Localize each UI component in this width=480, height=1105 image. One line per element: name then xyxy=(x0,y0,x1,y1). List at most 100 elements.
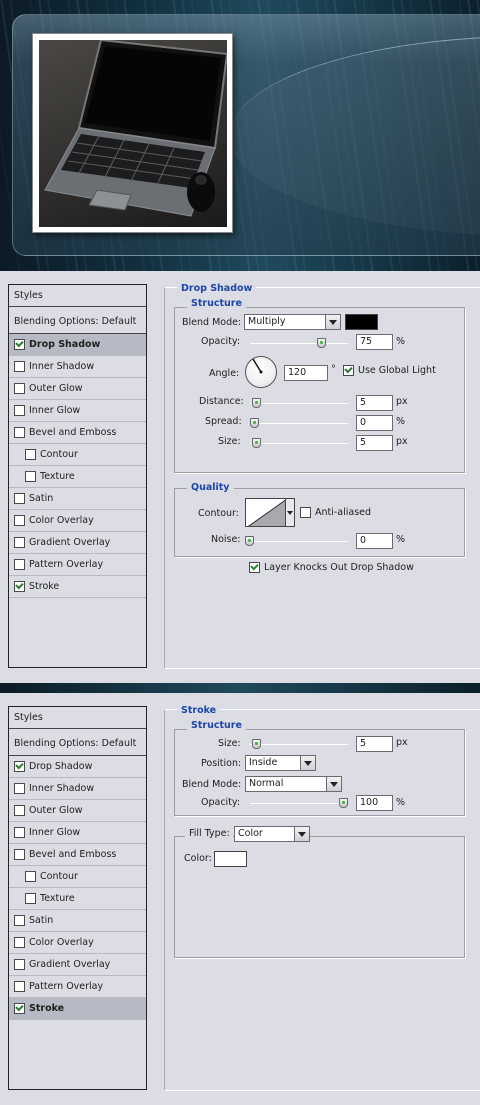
size-slider[interactable] xyxy=(250,739,348,749)
contour-picker[interactable] xyxy=(245,498,286,527)
blending-options-item[interactable]: Blending Options: Default xyxy=(9,732,146,756)
distance-input[interactable]: 5 xyxy=(356,395,393,411)
opacity-slider[interactable] xyxy=(250,798,348,808)
checkbox-icon[interactable] xyxy=(14,1003,25,1014)
checkbox-icon[interactable] xyxy=(14,783,25,794)
structure-title: Structure xyxy=(187,298,246,309)
opacity-slider-thumb[interactable] xyxy=(339,798,348,808)
checkbox-icon[interactable] xyxy=(14,339,25,350)
spread-label: Spread: xyxy=(205,416,242,427)
chevron-down-icon xyxy=(325,315,340,329)
style-item-label: Outer Glow xyxy=(29,805,83,816)
checkbox-icon[interactable] xyxy=(14,559,25,570)
position-select[interactable]: Inside xyxy=(245,755,316,771)
checkbox-icon[interactable] xyxy=(14,581,25,592)
angle-unit: ° xyxy=(331,364,336,375)
checkbox-icon[interactable] xyxy=(14,761,25,772)
style-item-color-overlay[interactable]: Color Overlay xyxy=(9,510,146,532)
checkbox-icon[interactable] xyxy=(25,471,36,482)
size-slider-thumb[interactable] xyxy=(251,739,261,749)
checkbox-icon[interactable] xyxy=(25,449,36,460)
style-item-contour[interactable]: Contour xyxy=(9,444,146,466)
opacity-label: Opacity: xyxy=(201,336,241,347)
contour-label: Contour: xyxy=(198,508,239,519)
size-slider[interactable] xyxy=(250,438,348,448)
style-item-inner-shadow[interactable]: Inner Shadow xyxy=(9,778,146,800)
style-item-label: Satin xyxy=(29,493,54,504)
style-item-inner-glow[interactable]: Inner Glow xyxy=(9,822,146,844)
checkbox-icon[interactable] xyxy=(25,893,36,904)
checkbox-icon[interactable] xyxy=(14,827,25,838)
size-input[interactable]: 5 xyxy=(356,435,393,451)
angle-dial[interactable] xyxy=(245,356,277,388)
style-item-inner-glow[interactable]: Inner Glow xyxy=(9,400,146,422)
style-item-satin[interactable]: Satin xyxy=(9,488,146,510)
style-item-inner-shadow[interactable]: Inner Shadow xyxy=(9,356,146,378)
checkbox-icon[interactable] xyxy=(14,915,25,926)
noise-slider[interactable] xyxy=(245,536,348,546)
style-item-gradient-overlay[interactable]: Gradient Overlay xyxy=(9,954,146,976)
style-item-label: Drop Shadow xyxy=(29,339,101,350)
style-item-stroke[interactable]: Stroke xyxy=(9,576,146,598)
layer-style-dialog-drop-shadow: Styles Blending Options: Default Drop Sh… xyxy=(0,271,480,683)
spread-input[interactable]: 0 xyxy=(356,415,393,431)
styles-header[interactable]: Styles xyxy=(9,285,146,307)
blending-options-item[interactable]: Blending Options: Default xyxy=(9,310,146,334)
checkbox-icon[interactable] xyxy=(14,383,25,394)
noise-slider-thumb[interactable] xyxy=(245,536,254,546)
style-item-bevel-and-emboss[interactable]: Bevel and Emboss xyxy=(9,844,146,866)
style-item-label: Inner Glow xyxy=(29,405,81,416)
style-item-label: Contour xyxy=(40,871,78,882)
linear-contour-icon xyxy=(247,499,285,526)
size-input[interactable]: 5 xyxy=(356,736,393,752)
blend-mode-select[interactable]: Normal xyxy=(245,776,342,792)
style-item-drop-shadow[interactable]: Drop Shadow xyxy=(9,334,146,356)
style-item-pattern-overlay[interactable]: Pattern Overlay xyxy=(9,976,146,998)
use-global-light-checkbox[interactable]: Use Global Light xyxy=(343,365,436,376)
spread-slider-thumb[interactable] xyxy=(250,418,259,428)
style-item-satin[interactable]: Satin xyxy=(9,910,146,932)
fill-type-select[interactable]: Color xyxy=(234,826,310,842)
checkbox-icon[interactable] xyxy=(14,849,25,860)
layer-knocks-out-checkbox[interactable]: Layer Knocks Out Drop Shadow xyxy=(249,562,414,573)
styles-header[interactable]: Styles xyxy=(9,707,146,729)
color-label: Color: xyxy=(184,853,212,864)
angle-input[interactable]: 120 xyxy=(284,365,328,381)
checkbox-icon[interactable] xyxy=(14,537,25,548)
spread-slider[interactable] xyxy=(250,418,348,428)
blend-mode-select[interactable]: Multiply xyxy=(244,314,341,330)
opacity-slider[interactable] xyxy=(250,338,348,348)
checkbox-icon[interactable] xyxy=(14,959,25,970)
style-item-bevel-and-emboss[interactable]: Bevel and Emboss xyxy=(9,422,146,444)
size-slider-thumb[interactable] xyxy=(251,438,261,448)
style-item-gradient-overlay[interactable]: Gradient Overlay xyxy=(9,532,146,554)
checkbox-icon[interactable] xyxy=(14,981,25,992)
checkbox-icon[interactable] xyxy=(14,427,25,438)
anti-aliased-checkbox[interactable]: Anti-aliased xyxy=(300,507,371,518)
stroke-color-swatch[interactable] xyxy=(214,851,247,867)
opacity-input[interactable]: 100 xyxy=(356,795,393,811)
opacity-input[interactable]: 75 xyxy=(356,334,393,350)
style-item-texture[interactable]: Texture xyxy=(9,888,146,910)
checkbox-icon[interactable] xyxy=(14,361,25,372)
noise-input[interactable]: 0 xyxy=(356,533,393,549)
distance-slider[interactable] xyxy=(250,398,348,408)
style-item-outer-glow[interactable]: Outer Glow xyxy=(9,378,146,400)
distance-slider-thumb[interactable] xyxy=(251,398,261,408)
style-item-stroke[interactable]: Stroke xyxy=(9,998,146,1020)
style-item-pattern-overlay[interactable]: Pattern Overlay xyxy=(9,554,146,576)
checkbox-icon[interactable] xyxy=(14,405,25,416)
style-item-texture[interactable]: Texture xyxy=(9,466,146,488)
opacity-slider-thumb[interactable] xyxy=(316,338,326,348)
shadow-color-swatch[interactable] xyxy=(345,314,378,330)
style-item-outer-glow[interactable]: Outer Glow xyxy=(9,800,146,822)
checkbox-icon[interactable] xyxy=(14,493,25,504)
style-item-contour[interactable]: Contour xyxy=(9,866,146,888)
checkbox-icon[interactable] xyxy=(14,515,25,526)
style-item-drop-shadow[interactable]: Drop Shadow xyxy=(9,756,146,778)
contour-dropdown-arrow[interactable] xyxy=(286,498,295,527)
checkbox-icon[interactable] xyxy=(25,871,36,882)
style-item-color-overlay[interactable]: Color Overlay xyxy=(9,932,146,954)
checkbox-icon[interactable] xyxy=(14,805,25,816)
checkbox-icon[interactable] xyxy=(14,937,25,948)
